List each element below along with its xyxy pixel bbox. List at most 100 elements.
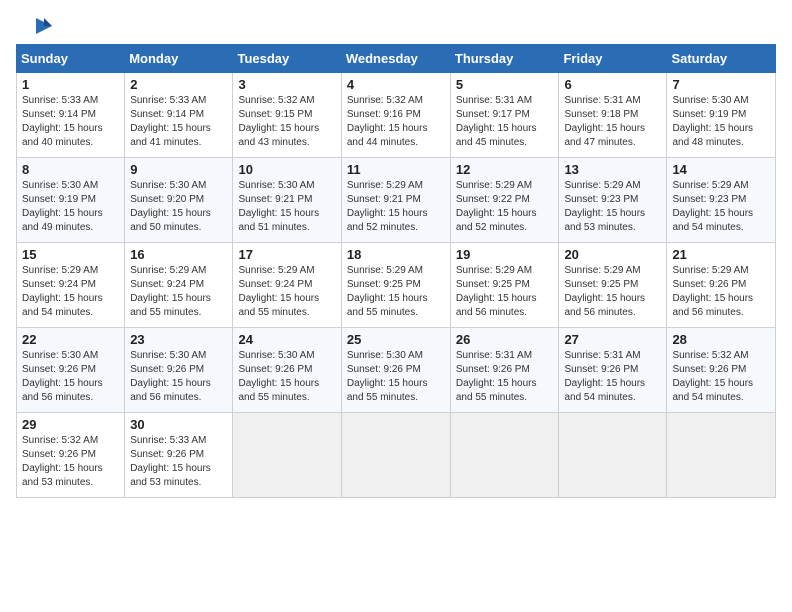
calendar-header-tuesday: Tuesday: [233, 45, 341, 73]
day-info: Sunrise: 5:33 AM Sunset: 9:14 PM Dayligh…: [130, 94, 227, 150]
day-number: 14: [672, 162, 770, 177]
day-info: Sunrise: 5:31 AM Sunset: 9:18 PM Dayligh…: [564, 94, 661, 150]
calendar-cell: 10 Sunrise: 5:30 AM Sunset: 9:21 PM Dayl…: [233, 158, 341, 243]
calendar-cell: 1 Sunrise: 5:33 AM Sunset: 9:14 PM Dayli…: [17, 73, 125, 158]
day-number: 21: [672, 247, 770, 262]
calendar-cell: 14 Sunrise: 5:29 AM Sunset: 9:23 PM Dayl…: [667, 158, 776, 243]
day-number: 11: [347, 162, 445, 177]
day-info: Sunrise: 5:31 AM Sunset: 9:17 PM Dayligh…: [456, 94, 554, 150]
calendar-week-4: 22 Sunrise: 5:30 AM Sunset: 9:26 PM Dayl…: [17, 328, 776, 413]
day-info: Sunrise: 5:30 AM Sunset: 9:26 PM Dayligh…: [22, 349, 119, 405]
day-number: 10: [238, 162, 335, 177]
calendar-cell: 3 Sunrise: 5:32 AM Sunset: 9:15 PM Dayli…: [233, 73, 341, 158]
day-number: 27: [564, 332, 661, 347]
calendar-cell: 5 Sunrise: 5:31 AM Sunset: 9:17 PM Dayli…: [450, 73, 559, 158]
calendar-header-wednesday: Wednesday: [341, 45, 450, 73]
calendar-table: SundayMondayTuesdayWednesdayThursdayFrid…: [16, 44, 776, 498]
day-number: 17: [238, 247, 335, 262]
calendar-cell: 19 Sunrise: 5:29 AM Sunset: 9:25 PM Dayl…: [450, 243, 559, 328]
calendar-header-saturday: Saturday: [667, 45, 776, 73]
calendar-cell: 29 Sunrise: 5:32 AM Sunset: 9:26 PM Dayl…: [17, 413, 125, 498]
calendar-header-sunday: Sunday: [17, 45, 125, 73]
day-info: Sunrise: 5:32 AM Sunset: 9:15 PM Dayligh…: [238, 94, 335, 150]
day-info: Sunrise: 5:30 AM Sunset: 9:21 PM Dayligh…: [238, 179, 335, 235]
day-number: 22: [22, 332, 119, 347]
day-number: 24: [238, 332, 335, 347]
calendar-cell: 30 Sunrise: 5:33 AM Sunset: 9:26 PM Dayl…: [125, 413, 233, 498]
calendar-header-thursday: Thursday: [450, 45, 559, 73]
calendar-cell: 22 Sunrise: 5:30 AM Sunset: 9:26 PM Dayl…: [17, 328, 125, 413]
day-number: 4: [347, 77, 445, 92]
calendar-cell: [450, 413, 559, 498]
calendar-cell: 12 Sunrise: 5:29 AM Sunset: 9:22 PM Dayl…: [450, 158, 559, 243]
day-number: 12: [456, 162, 554, 177]
day-info: Sunrise: 5:30 AM Sunset: 9:26 PM Dayligh…: [130, 349, 227, 405]
calendar-cell: 28 Sunrise: 5:32 AM Sunset: 9:26 PM Dayl…: [667, 328, 776, 413]
calendar-cell: [667, 413, 776, 498]
calendar-cell: 20 Sunrise: 5:29 AM Sunset: 9:25 PM Dayl…: [559, 243, 667, 328]
day-info: Sunrise: 5:32 AM Sunset: 9:26 PM Dayligh…: [22, 434, 119, 490]
calendar-cell: 6 Sunrise: 5:31 AM Sunset: 9:18 PM Dayli…: [559, 73, 667, 158]
calendar-cell: 4 Sunrise: 5:32 AM Sunset: 9:16 PM Dayli…: [341, 73, 450, 158]
calendar-week-1: 1 Sunrise: 5:33 AM Sunset: 9:14 PM Dayli…: [17, 73, 776, 158]
calendar-week-3: 15 Sunrise: 5:29 AM Sunset: 9:24 PM Dayl…: [17, 243, 776, 328]
calendar-cell: 2 Sunrise: 5:33 AM Sunset: 9:14 PM Dayli…: [125, 73, 233, 158]
calendar-cell: 15 Sunrise: 5:29 AM Sunset: 9:24 PM Dayl…: [17, 243, 125, 328]
calendar-cell: 27 Sunrise: 5:31 AM Sunset: 9:26 PM Dayl…: [559, 328, 667, 413]
day-number: 28: [672, 332, 770, 347]
calendar-week-2: 8 Sunrise: 5:30 AM Sunset: 9:19 PM Dayli…: [17, 158, 776, 243]
day-info: Sunrise: 5:29 AM Sunset: 9:25 PM Dayligh…: [347, 264, 445, 320]
calendar-cell: [233, 413, 341, 498]
calendar-cell: 23 Sunrise: 5:30 AM Sunset: 9:26 PM Dayl…: [125, 328, 233, 413]
calendar-cell: 21 Sunrise: 5:29 AM Sunset: 9:26 PM Dayl…: [667, 243, 776, 328]
calendar-cell: 26 Sunrise: 5:31 AM Sunset: 9:26 PM Dayl…: [450, 328, 559, 413]
calendar-header-row: SundayMondayTuesdayWednesdayThursdayFrid…: [17, 45, 776, 73]
day-number: 25: [347, 332, 445, 347]
day-number: 7: [672, 77, 770, 92]
calendar-cell: 25 Sunrise: 5:30 AM Sunset: 9:26 PM Dayl…: [341, 328, 450, 413]
day-info: Sunrise: 5:29 AM Sunset: 9:21 PM Dayligh…: [347, 179, 445, 235]
day-number: 8: [22, 162, 119, 177]
day-info: Sunrise: 5:29 AM Sunset: 9:26 PM Dayligh…: [672, 264, 770, 320]
calendar-cell: 24 Sunrise: 5:30 AM Sunset: 9:26 PM Dayl…: [233, 328, 341, 413]
day-info: Sunrise: 5:29 AM Sunset: 9:22 PM Dayligh…: [456, 179, 554, 235]
calendar-cell: 13 Sunrise: 5:29 AM Sunset: 9:23 PM Dayl…: [559, 158, 667, 243]
day-number: 19: [456, 247, 554, 262]
day-number: 26: [456, 332, 554, 347]
calendar-header-monday: Monday: [125, 45, 233, 73]
day-info: Sunrise: 5:30 AM Sunset: 9:26 PM Dayligh…: [347, 349, 445, 405]
day-info: Sunrise: 5:31 AM Sunset: 9:26 PM Dayligh…: [456, 349, 554, 405]
day-info: Sunrise: 5:32 AM Sunset: 9:26 PM Dayligh…: [672, 349, 770, 405]
day-info: Sunrise: 5:30 AM Sunset: 9:20 PM Dayligh…: [130, 179, 227, 235]
day-info: Sunrise: 5:30 AM Sunset: 9:19 PM Dayligh…: [22, 179, 119, 235]
calendar-cell: 7 Sunrise: 5:30 AM Sunset: 9:19 PM Dayli…: [667, 73, 776, 158]
day-number: 9: [130, 162, 227, 177]
day-number: 3: [238, 77, 335, 92]
calendar-cell: 9 Sunrise: 5:30 AM Sunset: 9:20 PM Dayli…: [125, 158, 233, 243]
calendar-cell: 18 Sunrise: 5:29 AM Sunset: 9:25 PM Dayl…: [341, 243, 450, 328]
calendar-cell: [559, 413, 667, 498]
calendar-cell: 11 Sunrise: 5:29 AM Sunset: 9:21 PM Dayl…: [341, 158, 450, 243]
calendar-header-friday: Friday: [559, 45, 667, 73]
calendar-cell: [341, 413, 450, 498]
day-number: 5: [456, 77, 554, 92]
day-info: Sunrise: 5:29 AM Sunset: 9:23 PM Dayligh…: [564, 179, 661, 235]
day-number: 29: [22, 417, 119, 432]
day-number: 20: [564, 247, 661, 262]
day-number: 6: [564, 77, 661, 92]
calendar-week-5: 29 Sunrise: 5:32 AM Sunset: 9:26 PM Dayl…: [17, 413, 776, 498]
day-number: 23: [130, 332, 227, 347]
day-info: Sunrise: 5:29 AM Sunset: 9:25 PM Dayligh…: [456, 264, 554, 320]
day-info: Sunrise: 5:29 AM Sunset: 9:24 PM Dayligh…: [130, 264, 227, 320]
day-number: 16: [130, 247, 227, 262]
day-info: Sunrise: 5:30 AM Sunset: 9:26 PM Dayligh…: [238, 349, 335, 405]
logo: [16, 16, 54, 36]
day-info: Sunrise: 5:31 AM Sunset: 9:26 PM Dayligh…: [564, 349, 661, 405]
calendar-cell: 17 Sunrise: 5:29 AM Sunset: 9:24 PM Dayl…: [233, 243, 341, 328]
day-number: 1: [22, 77, 119, 92]
day-info: Sunrise: 5:33 AM Sunset: 9:14 PM Dayligh…: [22, 94, 119, 150]
day-info: Sunrise: 5:29 AM Sunset: 9:23 PM Dayligh…: [672, 179, 770, 235]
page-header: [16, 16, 776, 36]
day-number: 13: [564, 162, 661, 177]
day-number: 15: [22, 247, 119, 262]
